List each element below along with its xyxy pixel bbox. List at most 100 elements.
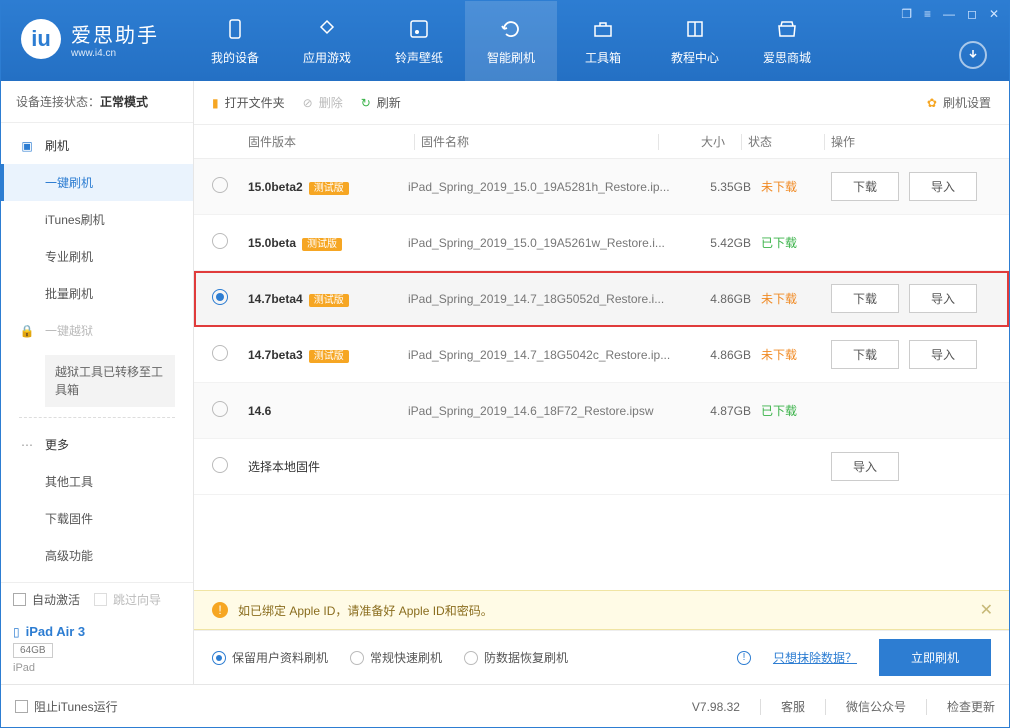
firmware-table: 15.0beta2测试版iPad_Spring_2019_15.0_19A528… [194,159,1009,495]
sidebar-item[interactable]: 一键刷机 [1,164,193,201]
option-radio[interactable] [212,651,226,665]
row-radio[interactable] [212,345,228,361]
app-header: iu 爱思助手 www.i4.cn 我的设备应用游戏铃声壁纸智能刷机工具箱教程中… [1,1,1009,81]
gear-icon: ✿ [927,96,937,110]
jailbreak-note: 越狱工具已转移至工具箱 [45,355,175,407]
table-row[interactable]: 15.0beta测试版iPad_Spring_2019_15.0_19A5261… [194,215,1009,271]
th-size: 大小 [665,133,735,150]
sidebar-jailbreak-title: 一键越狱 [45,322,93,339]
table-row[interactable]: 14.7beta4测试版iPad_Spring_2019_14.7_18G505… [194,271,1009,327]
device-name: iPad Air 3 [26,624,85,639]
option-radio[interactable] [464,651,478,665]
sidebar-flash-head[interactable]: ▣ 刷机 [1,127,193,164]
nav-store[interactable]: 爱思商城 [741,1,833,81]
download-button[interactable]: 下载 [831,172,899,201]
th-ops: 操作 [831,133,991,150]
refresh-button[interactable]: ↻刷新 [361,94,401,111]
win-close-icon[interactable]: ✕ [989,7,999,21]
toolbox-icon [591,17,615,41]
nav-music[interactable]: 铃声壁纸 [373,1,465,81]
logo: iu 爱思助手 www.i4.cn [1,1,179,77]
download-indicator-icon[interactable] [959,41,987,69]
main-nav: 我的设备应用游戏铃声壁纸智能刷机工具箱教程中心爱思商城 [189,1,833,81]
window-controls: ❐ ≡ — ◻ ✕ [901,7,999,21]
refresh-icon: ↻ [361,96,371,110]
option-radio[interactable] [350,651,364,665]
row-radio[interactable] [212,401,228,417]
connection-status: 设备连接状态：正常模式 [1,81,193,123]
row-radio[interactable] [212,289,228,305]
skip-guide-checkbox[interactable]: 跳过向导 [94,591,161,608]
sidebar-item[interactable]: 其他工具 [1,463,193,500]
nav-book[interactable]: 教程中心 [649,1,741,81]
sidebar-item[interactable]: 专业刷机 [1,238,193,275]
flash-icon: ▣ [19,139,35,153]
toolbar: ▮打开文件夹 ⊘删除 ↻刷新 ✿刷机设置 [194,81,1009,125]
win-max-icon[interactable]: ◻ [967,7,977,21]
table-row[interactable]: 14.7beta3测试版iPad_Spring_2019_14.7_18G504… [194,327,1009,383]
sidebar-flash-title: 刷机 [45,137,69,154]
skip-guide-label: 跳过向导 [113,591,161,608]
import-button[interactable]: 导入 [909,284,977,313]
import-button[interactable]: 导入 [831,452,899,481]
sidebar-item[interactable]: 批量刷机 [1,275,193,312]
import-button[interactable]: 导入 [909,172,977,201]
info-icon: ! [737,651,751,665]
divider [19,417,175,418]
row-radio[interactable] [212,233,228,249]
flash-now-button[interactable]: 立即刷机 [879,639,991,676]
auto-activate-checkbox[interactable]: 自动激活 [13,591,80,608]
apps-icon [315,17,339,41]
row-radio[interactable] [212,457,228,473]
download-button[interactable]: 下载 [831,284,899,313]
conn-label: 设备连接状态： [16,95,100,109]
check-update-link[interactable]: 检查更新 [947,698,995,715]
download-button[interactable]: 下载 [831,340,899,369]
device-capacity: 64GB [13,643,53,658]
flash-option[interactable]: 常规快速刷机 [350,649,442,666]
nav-phone[interactable]: 我的设备 [189,1,281,81]
block-itunes-checkbox[interactable]: 阻止iTunes运行 [15,698,118,715]
flash-option[interactable]: 保留用户资料刷机 [212,649,328,666]
notice-bar: ! 如已绑定 Apple ID，请准备好 Apple ID和密码。 ✕ [194,590,1009,630]
nav-toolbox[interactable]: 工具箱 [557,1,649,81]
delete-button[interactable]: ⊘删除 [303,94,343,111]
phone-icon [223,17,247,41]
flash-option[interactable]: 防数据恢复刷机 [464,649,568,666]
nav-apps[interactable]: 应用游戏 [281,1,373,81]
th-status: 状态 [748,133,818,150]
erase-link[interactable]: 只想抹除数据？ [773,649,857,666]
store-icon [775,17,799,41]
folder-icon: ▮ [212,96,219,110]
win-min-icon[interactable]: — [943,7,955,21]
table-row[interactable]: 15.0beta2测试版iPad_Spring_2019_15.0_19A528… [194,159,1009,215]
sidebar-item[interactable]: 下载固件 [1,500,193,537]
sidebar-more-title: 更多 [45,436,69,453]
sidebar-item[interactable]: 高级功能 [1,537,193,574]
close-notice-icon[interactable]: ✕ [980,600,993,620]
sidebar-more-head[interactable]: ⋯ 更多 [1,426,193,463]
flash-settings-button[interactable]: ✿刷机设置 [927,94,991,111]
row-radio[interactable] [212,177,228,193]
open-folder-button[interactable]: ▮打开文件夹 [212,94,285,111]
refresh-icon [499,17,523,41]
service-link[interactable]: 客服 [781,698,805,715]
import-button[interactable]: 导入 [909,340,977,369]
wechat-link[interactable]: 微信公众号 [846,698,906,715]
version-label: V7.98.32 [692,700,740,714]
win-shirt-icon[interactable]: ❐ [901,7,912,21]
local-firmware-row[interactable]: 选择本地固件导入 [194,439,1009,495]
win-menu-icon[interactable]: ≡ [924,7,931,21]
main-panel: ▮打开文件夹 ⊘删除 ↻刷新 ✿刷机设置 固件版本 固件名称 大小 状态 操作 … [194,81,1009,684]
table-row[interactable]: 14.6iPad_Spring_2019_14.6_18F72_Restore.… [194,383,1009,439]
device-info[interactable]: ▯iPad Air 3 64GB iPad [1,616,193,684]
nav-refresh[interactable]: 智能刷机 [465,1,557,81]
sidebar-item[interactable]: iTunes刷机 [1,201,193,238]
footer: 阻止iTunes运行 V7.98.32 客服 微信公众号 检查更新 [1,684,1009,728]
sidebar: 设备连接状态：正常模式 ▣ 刷机 一键刷机iTunes刷机专业刷机批量刷机 🔒 … [1,81,194,684]
logo-icon: iu [21,19,61,59]
auto-activate-label: 自动激活 [32,591,80,608]
music-icon [407,17,431,41]
notice-text: 如已绑定 Apple ID，请准备好 Apple ID和密码。 [238,602,493,619]
logo-title: 爱思助手 [71,19,159,48]
